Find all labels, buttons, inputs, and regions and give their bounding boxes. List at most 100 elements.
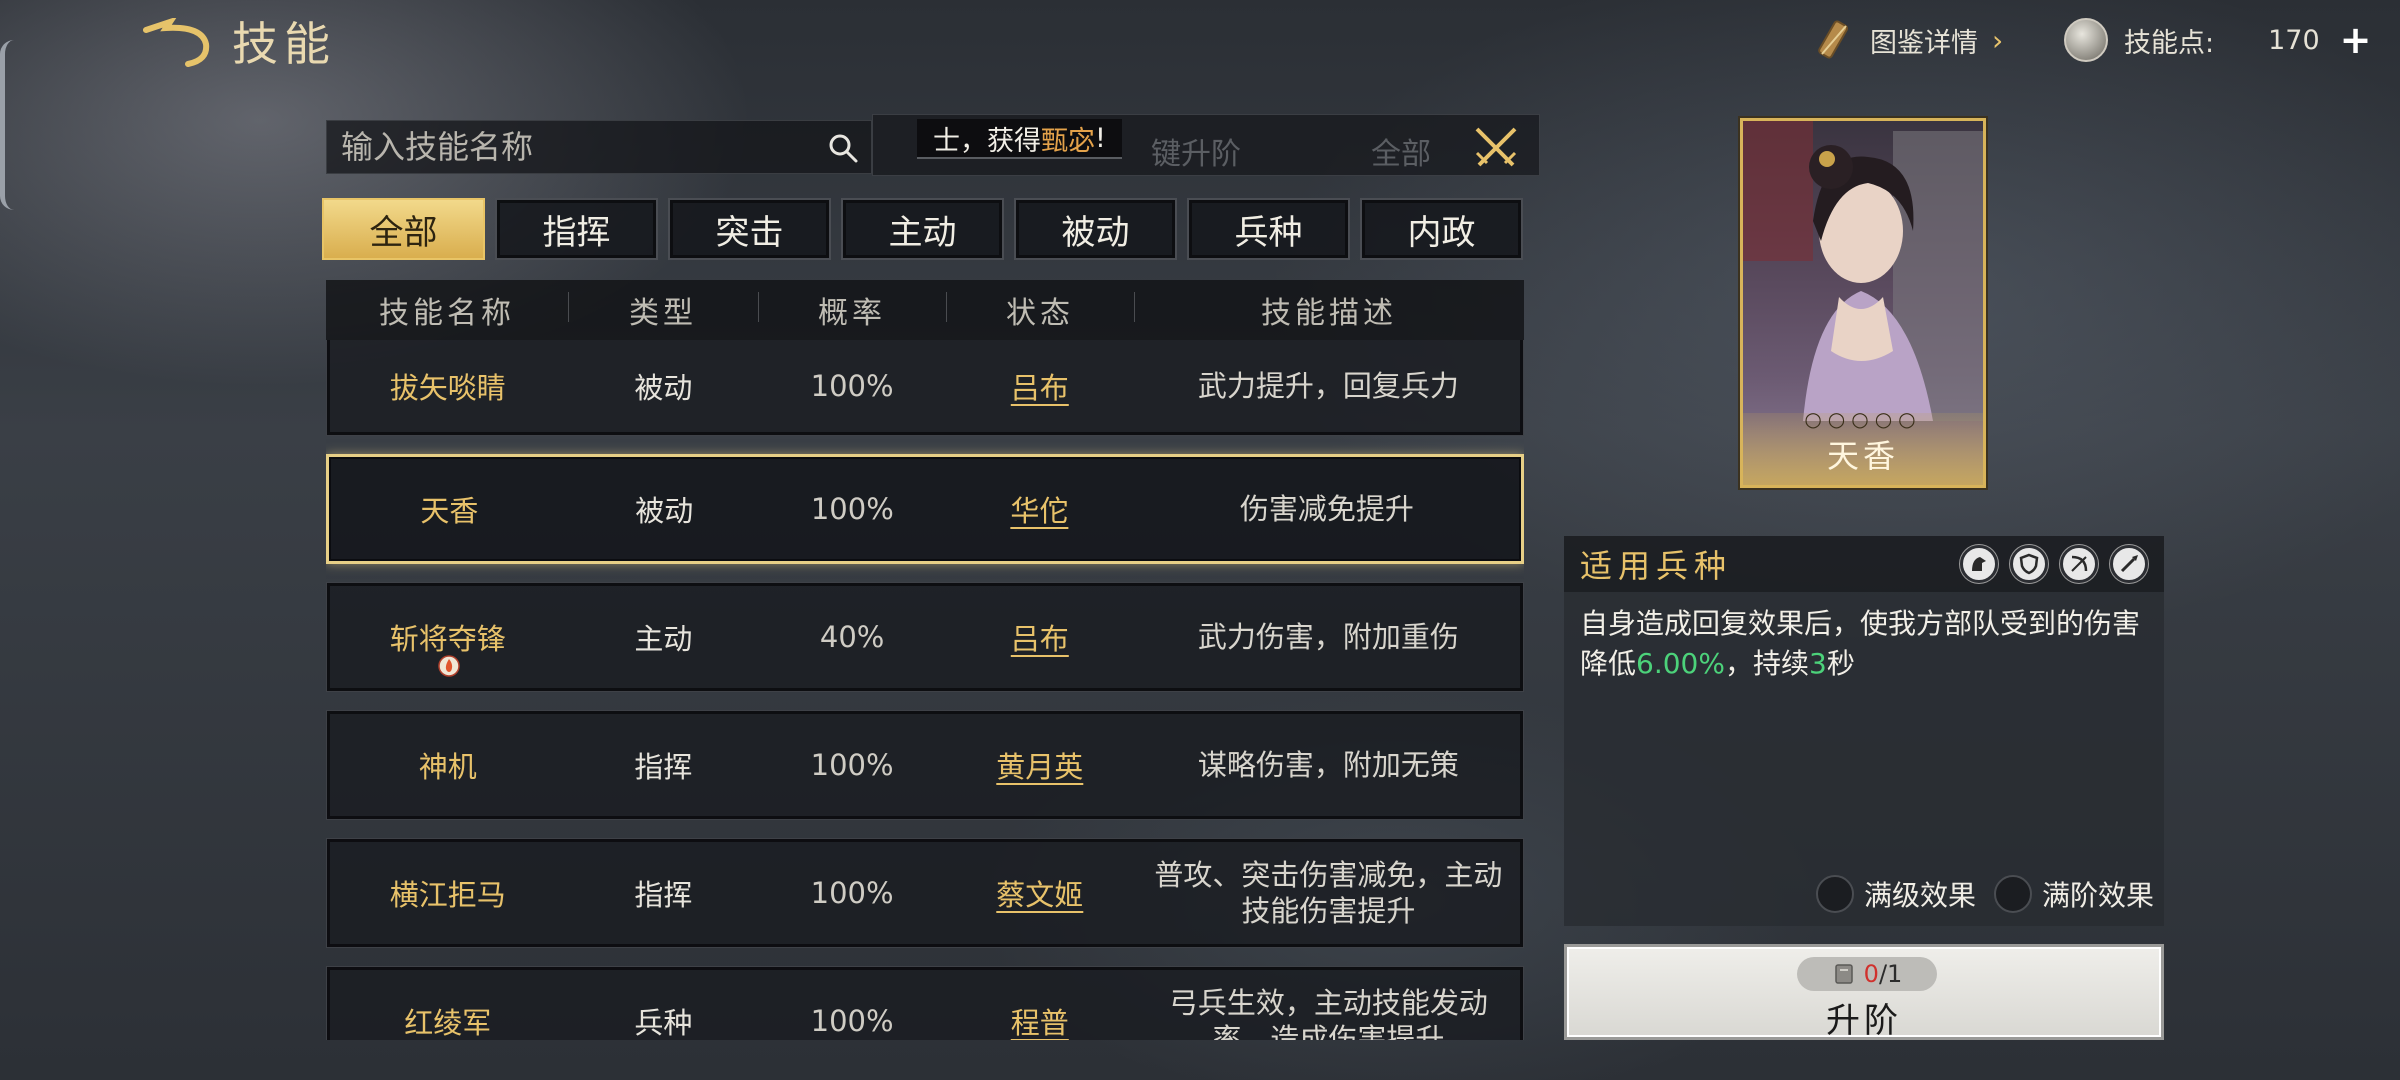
codex-label: 图鉴详情 [1870,27,1978,59]
upgrade-rank-button[interactable]: 0/1 升阶 [1564,944,2164,1041]
cost-owned: 0 [1863,960,1879,988]
header-type[interactable]: 类型 [568,288,758,332]
detail-header: 适用兵种 [1564,536,2164,592]
tab-troop[interactable]: 兵种 [1187,198,1350,260]
cost-required: /1 [1878,960,1903,988]
skill-general-link[interactable]: 蔡文姬 [946,872,1134,914]
header-skill-name[interactable]: 技能名称 [326,288,568,332]
tab-passive[interactable]: 被动 [1014,198,1177,260]
skill-general-link[interactable]: 华佗 [946,488,1133,530]
skill-name: 拔矢啖睛 [389,371,506,405]
skill-type: 被动 [635,494,694,528]
hero-name: 天香 [1826,437,1899,475]
skill-description: 伤害减免提升 [1239,492,1414,526]
header-status[interactable]: 状态 [946,288,1134,332]
max-level-label: 满级效果 [1863,879,1976,912]
effect-text-2: ，持续 [1724,647,1809,680]
search-box [326,120,872,174]
skill-effect-description: 自身造成回复效果后，使我方部队受到的伤害降低6.00%，持续3秒 [1564,592,2164,696]
toast-highlight: 甄宓 [1041,125,1095,157]
search-icon[interactable] [827,132,859,164]
skill-description: 弓兵生效，主动技能发动率，造成伤害提升 [1168,986,1488,1040]
skill-type: 被动 [634,371,693,405]
skill-rate: 100% [810,1004,894,1038]
crossed-swords-icon[interactable] [1471,123,1521,173]
bow-icon[interactable] [2060,545,2098,583]
max-rank-radio[interactable] [1993,875,2032,913]
spear-icon[interactable] [2110,545,2148,583]
skill-name: 横江拒马 [389,878,506,912]
batch-upgrade-label[interactable]: 键升阶 [1151,129,1241,173]
skill-name: 天香 [420,494,479,528]
skill-description: 谋略伤害，附加无策 [1197,748,1459,782]
hero-portrait-image [1743,121,1983,421]
scroll-icon [1818,20,1849,59]
skill-rate: 40% [819,620,885,654]
table-row[interactable]: 神机 指挥 100% 黄月英 谋略伤害，附加无策 [326,710,1524,820]
skill-rate: 100% [810,369,894,403]
skill-table-header: 技能名称 类型 概率 状态 技能描述 [326,280,1524,340]
cavalry-icon[interactable] [1960,545,1998,583]
skill-points-label: 技能点: [2124,27,2215,59]
notification-toast: 士，获得 甄宓! [917,119,1122,159]
flame-icon [438,655,460,677]
tab-all[interactable]: 全部 [322,198,485,260]
effect-toggles: 满级效果 满阶效果 [1815,874,2154,914]
max-level-effect-toggle[interactable]: 满级效果 [1815,874,1976,914]
skill-general-link[interactable]: 程普 [946,1000,1134,1040]
effect-value: 6.00% [1636,647,1725,680]
table-row[interactable]: 横江拒马 指挥 100% 蔡文姬 普攻、突击伤害减免，主动技能伤害提升 [326,838,1524,948]
filter-bar: 键升阶 全部 士，获得 甄宓! [872,114,1540,176]
max-rank-effect-toggle[interactable]: 满阶效果 [1993,874,2154,914]
skill-type: 指挥 [634,750,693,784]
skill-table-body[interactable]: 拔矢啖睛 被动 100% 吕布 武力提升，回复兵力 天香 被动 100% 华佗 … [326,340,1524,1040]
skill-rate: 100% [810,876,894,910]
upgrade-label: 升阶 [1826,1001,1902,1041]
chevron-right-icon: › [1992,23,2004,57]
skill-points: 技能点: 170 + [2064,18,2372,62]
header-rate[interactable]: 概率 [758,288,946,332]
max-level-radio[interactable] [1815,875,1854,913]
skill-type: 指挥 [634,878,693,912]
skill-detail-panel: 适用兵种 自身造成回复效果后，使我方部队受到的伤害降低6.00%，持续3秒 满级… [1564,536,2164,926]
shield-icon[interactable] [2010,545,2048,583]
skill-general-link[interactable]: 吕布 [946,365,1134,407]
table-row[interactable]: 拔矢啖睛 被动 100% 吕布 武力提升，回复兵力 [326,340,1524,436]
skill-type: 主动 [634,622,693,656]
troop-type-icons [1960,545,2148,583]
effect-duration: 3 [1808,647,1827,680]
effect-text-3: 秒 [1826,647,1855,680]
skill-name: 斩将夺锋 [389,622,506,656]
tab-active[interactable]: 主动 [841,198,1004,260]
applicable-troops-title: 适用兵种 [1580,547,1733,585]
skill-book-icon [1834,964,1853,984]
table-row-selected[interactable]: 天香 被动 100% 华佗 伤害减免提升 [326,454,1524,564]
skill-general-link[interactable]: 吕布 [946,616,1134,658]
category-tabs: 全部 指挥 突击 主动 被动 兵种 内政 [322,198,1523,260]
skill-general-link[interactable]: 黄月英 [946,744,1134,786]
tab-command[interactable]: 指挥 [495,198,658,260]
tab-assault[interactable]: 突击 [668,198,831,260]
filter-all-label[interactable]: 全部 [1371,129,1431,173]
hero-portrait-card[interactable]: ○○○○○ 天香 [1740,118,1986,488]
skill-rate: 100% [810,492,894,526]
skill-name: 神机 [418,750,477,784]
header-description[interactable]: 技能描述 [1134,288,1524,332]
skill-name: 红绫军 [404,1006,492,1040]
toast-text: 士，获得 [933,125,1041,157]
table-row[interactable]: 斩将夺锋 主动 40% 吕布 武力伤害，附加重伤 [326,582,1524,692]
side-drawer-handle[interactable] [0,40,14,210]
max-rank-label: 满阶效果 [2041,879,2154,912]
skill-description: 武力提升，回复兵力 [1197,369,1459,403]
page-title: 技能 [232,17,336,71]
table-row[interactable]: 红绫军 兵种 100% 程普 弓兵生效，主动技能发动率，造成伤害提升 [326,966,1524,1040]
back-arrow-icon[interactable] [140,18,220,68]
search-input[interactable] [341,121,801,173]
upgrade-cost: 0/1 [1797,957,1937,991]
skill-type: 兵种 [634,1006,693,1040]
codex-details-link[interactable]: 图鉴详情 › [1812,18,2003,62]
skill-description: 武力伤害，附加重伤 [1197,620,1459,654]
skill-description: 普攻、突击伤害减免，主动技能伤害提升 [1154,858,1503,928]
tab-internal[interactable]: 内政 [1360,198,1523,260]
add-points-icon[interactable]: + [2340,18,2372,62]
